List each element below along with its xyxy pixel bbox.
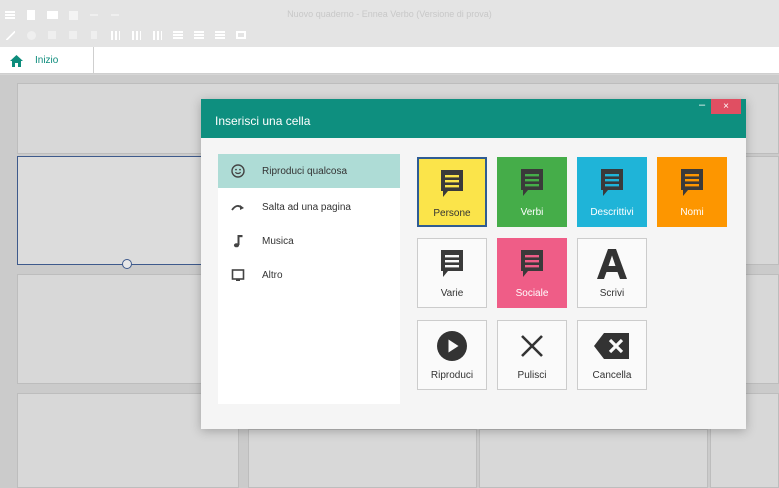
ribbon: Inizio [0,47,779,74]
speech-bubble-icon [578,164,646,202]
jump-arrow-icon [230,199,246,215]
tile-label: Cancella [592,370,632,381]
copy-icon[interactable] [67,30,79,41]
tile-varie[interactable]: Varie [417,238,487,308]
align-columns-2-icon[interactable] [130,30,142,41]
tile-label: Persone [433,208,471,219]
tile-verbi[interactable]: Verbi [497,157,567,227]
tile-persone[interactable]: Persone [417,157,487,227]
backspace-icon [578,327,646,365]
category-item-salta[interactable]: Salta ad una pagina [218,190,400,224]
close-button[interactable]: × [711,99,741,114]
category-label: Salta ad una pagina [262,201,351,213]
clear-x-icon [498,327,566,365]
tile-label: Scrivi [599,288,625,299]
category-label: Riproduci qualcosa [262,165,348,177]
dialog-header: Inserisci una cella – × [201,99,746,138]
tile-pulisci[interactable]: Pulisci [497,320,567,390]
tile-label: Verbi [520,207,544,218]
align-columns-3-icon[interactable] [151,30,163,41]
music-note-icon [230,233,246,249]
tile-scrivi[interactable]: Scrivi [577,238,647,308]
cut-icon[interactable] [46,30,58,41]
grid-cell[interactable] [248,429,477,488]
category-label: Altro [262,269,283,281]
smiley-icon [230,163,246,179]
tile-riproduci[interactable]: Riproduci [417,320,487,390]
tab-inizio[interactable]: Inizio [0,47,94,74]
category-item-altro[interactable]: Altro [218,258,400,292]
speech-bubble-icon [419,165,485,203]
speech-bubble-icon [498,164,566,202]
category-item-musica[interactable]: Musica [218,224,400,258]
category-list: Riproduci qualcosa Salta ad una pagina M… [218,154,400,404]
tab-label: Inizio [35,55,59,66]
tile-label: Descrittivi [590,207,634,218]
window-title: Nuovo quaderno - Ennea Verbo (Versione d… [287,9,492,19]
tablet-icon [230,267,246,283]
category-item-riproduci[interactable]: Riproduci qualcosa [218,154,400,188]
dialog-title: Inserisci una cella [215,114,311,128]
tile-label: Pulisci [517,370,547,381]
tile-label: Sociale [515,288,549,299]
tile-cancella[interactable]: Cancella [577,320,647,390]
tile-label: Riproduci [430,370,474,381]
minimize-button[interactable]: – [693,99,711,113]
insert-cell-dialog: Inserisci una cella – × Riproduci qualco… [201,99,746,429]
speech-bubble-icon [418,245,486,283]
speech-bubble-icon [658,164,726,202]
home-icon [10,54,23,67]
paste-icon[interactable] [88,30,100,41]
category-label: Musica [262,235,294,247]
tile-nomi[interactable]: Nomi [657,157,727,227]
play-icon [418,327,486,365]
pen-icon[interactable] [4,30,16,41]
shape-icon[interactable] [25,30,37,41]
resize-handle[interactable] [122,259,132,269]
tile-descrittivi[interactable]: Descrittivi [577,157,647,227]
tile-label: Varie [440,288,464,299]
grid-cell[interactable] [479,429,708,488]
align-columns-icon[interactable] [109,30,121,41]
image-icon[interactable] [235,30,247,41]
title-bar: Nuovo quaderno - Ennea Verbo (Versione d… [0,0,779,47]
speech-bubble-icon [498,245,566,283]
tile-sociale[interactable]: Sociale [497,238,567,308]
align-rows-icon[interactable] [172,30,184,41]
tile-label: Nomi [680,207,704,218]
format-toolbar [0,24,252,46]
align-rows-3-icon[interactable] [214,30,226,41]
letter-a-icon [578,245,646,283]
align-rows-2-icon[interactable] [193,30,205,41]
